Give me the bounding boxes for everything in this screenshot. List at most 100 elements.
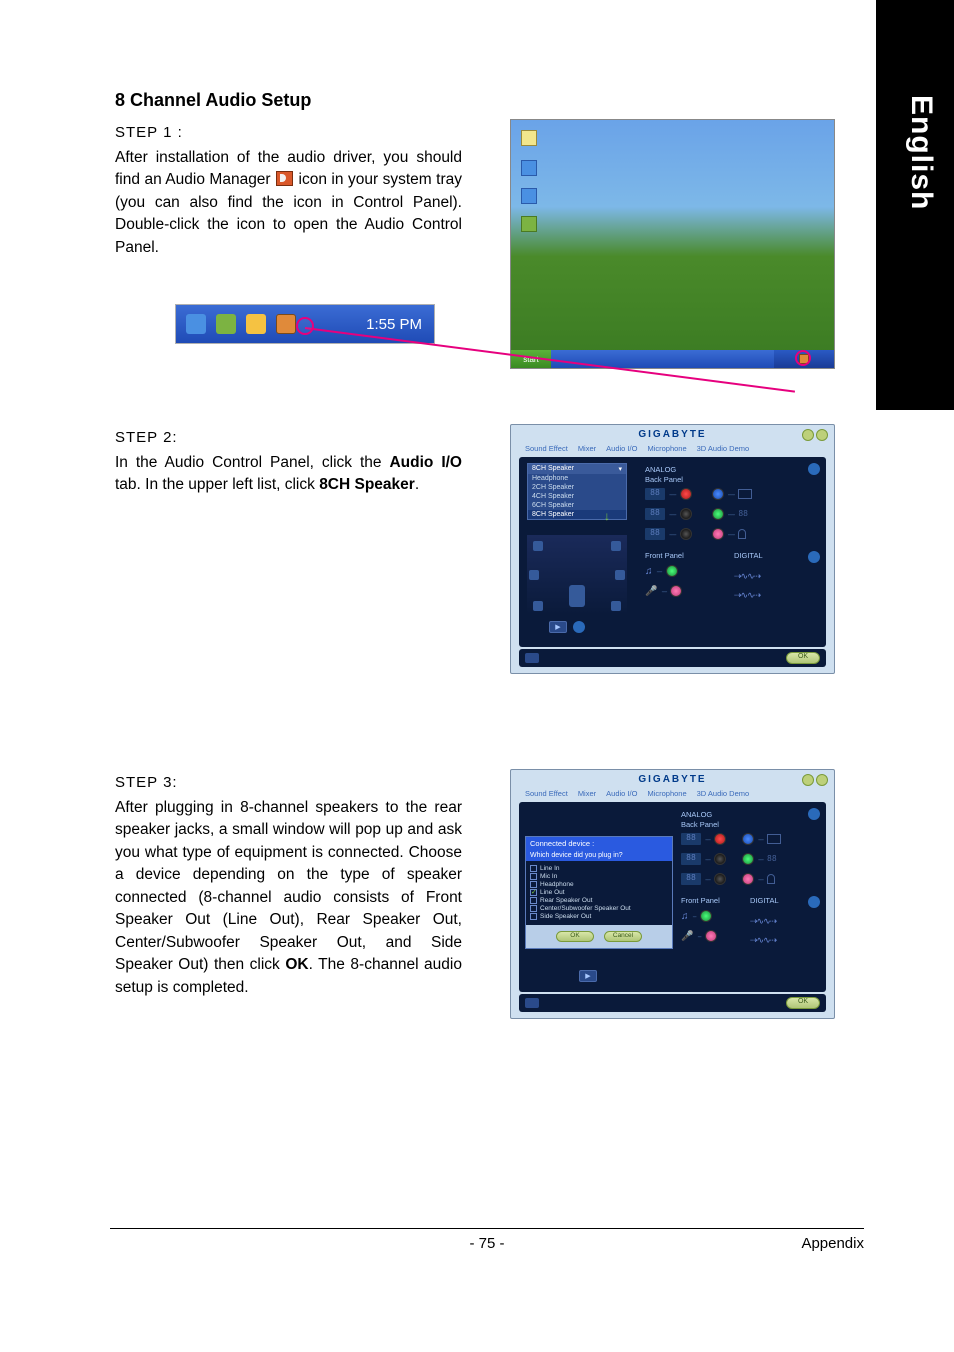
analog-settings-icon bbox=[808, 808, 820, 820]
checkbox-icon bbox=[530, 913, 537, 920]
front-panel-row-1: ♫--- bbox=[645, 564, 684, 578]
audio-panel-screenshot-step2: GIGABYTE Sound Effect Mixer Audio I/O Mi… bbox=[510, 424, 835, 674]
option-label: Rear Speaker Out bbox=[540, 897, 592, 904]
digital-in-row: ⇢∿∿⇢ bbox=[750, 935, 820, 946]
option-headphone: Headphone bbox=[530, 881, 668, 888]
step1-row: STEP 1 : After installation of the audio… bbox=[115, 119, 835, 369]
digital-section: DIGITAL ⇢∿∿⇢ ⇢∿∿⇢ bbox=[750, 896, 820, 949]
step2-t3: . bbox=[415, 476, 419, 493]
play-button-icon bbox=[549, 621, 567, 633]
page-number: - 75 - bbox=[469, 1235, 504, 1252]
config-icon bbox=[525, 653, 539, 663]
option-label: Mic In bbox=[540, 873, 557, 880]
close-icon bbox=[816, 429, 828, 441]
step3-row: STEP 3: After plugging in 8-channel spea… bbox=[115, 769, 835, 1019]
option-label: Headphone bbox=[540, 881, 574, 888]
back-panel-row-1: 88--- --- bbox=[681, 832, 820, 846]
desktop-screenshot: start bbox=[510, 119, 835, 369]
ok-button: OK bbox=[786, 997, 820, 1009]
speaker-shape-icon: 88 bbox=[767, 854, 781, 864]
analog-settings-icon bbox=[808, 463, 820, 475]
checkbox-icon bbox=[530, 865, 537, 872]
spdif-out-icon: ⇢∿∿⇢ bbox=[750, 916, 776, 927]
speaker-side-left-icon bbox=[529, 570, 539, 580]
speaker-front-right-icon bbox=[611, 541, 621, 551]
step2-t2: tab. In the upper left list, click bbox=[115, 476, 319, 493]
dropdown-selected-text: 8CH Speaker bbox=[532, 465, 574, 473]
preview-controls bbox=[549, 621, 585, 633]
tab-microphone: Microphone bbox=[647, 789, 686, 798]
speaker-shape-icon: 88 bbox=[738, 509, 752, 519]
step3-label: STEP 3: bbox=[115, 774, 462, 791]
speaker-layout-diagram bbox=[527, 535, 627, 615]
step1-label: STEP 1 : bbox=[115, 124, 462, 141]
step3-t1: After plugging in 8-channel speakers to … bbox=[115, 799, 462, 973]
level-indicator: 88 bbox=[645, 528, 665, 540]
level-indicator: 88 bbox=[681, 833, 701, 845]
spdif-in-icon: ⇢∿∿⇢ bbox=[750, 935, 776, 946]
tab-audio-io: Audio I/O bbox=[606, 444, 637, 453]
front-panel-label: Front Panel bbox=[681, 896, 720, 905]
analog-section: ANALOG Back Panel 88---- ---- 88---- bbox=[645, 463, 820, 604]
audio-panel-brand: GIGABYTE bbox=[511, 425, 834, 442]
step2-label: STEP 2: bbox=[115, 429, 462, 446]
tray-network-icon bbox=[186, 314, 206, 334]
dialog-question: Which device did you plug in? bbox=[526, 850, 672, 861]
option-line-in: Line In bbox=[530, 865, 668, 872]
spdif-out-icon: ⇢∿∿⇢ bbox=[734, 571, 760, 582]
option-label: Center/Subwoofer Speaker Out bbox=[540, 905, 631, 912]
callout-origin-circle bbox=[296, 317, 314, 335]
ok-button: OK bbox=[786, 652, 820, 664]
dropdown-selected: 8CH Speaker ▾ bbox=[528, 464, 626, 474]
tab-3d-audio: 3D Audio Demo bbox=[697, 789, 750, 798]
spdif-in-icon: ⇢∿∿⇢ bbox=[734, 590, 760, 601]
jack-green-icon bbox=[712, 508, 724, 520]
language-sidebar: English bbox=[876, 0, 954, 410]
jack-blue-icon bbox=[712, 488, 724, 500]
listener-chair-icon bbox=[569, 585, 585, 607]
desktop-icon-mycomputer bbox=[521, 130, 537, 146]
level-indicator: 88 bbox=[681, 853, 701, 865]
digital-in-row: ⇢∿∿⇢ bbox=[734, 590, 820, 601]
jack-red-icon bbox=[680, 488, 692, 500]
back-panel-row-3: 88---- ---- bbox=[645, 527, 820, 541]
checkbox-icon bbox=[530, 905, 537, 912]
option-center-sub: Center/Subwoofer Speaker Out bbox=[530, 905, 668, 912]
option-label: Line Out bbox=[540, 889, 565, 896]
step2-t1: In the Audio Control Panel, click the bbox=[115, 454, 389, 471]
speaker-front-left-icon bbox=[533, 541, 543, 551]
headphone-icon: ♫ bbox=[645, 566, 653, 577]
minimize-icon bbox=[802, 774, 814, 786]
jack-pink-icon bbox=[712, 528, 724, 540]
dialog-buttons: OK Cancel bbox=[526, 925, 672, 948]
tab-mixer: Mixer bbox=[578, 789, 596, 798]
play-button-icon bbox=[579, 970, 597, 982]
audio-panel-tabs: Sound Effect Mixer Audio I/O Microphone … bbox=[511, 442, 834, 457]
front-panel-row-1: ♫-- bbox=[681, 909, 720, 923]
speaker-config-dropdown: 8CH Speaker ▾ Headphone 2CH Speaker 4CH … bbox=[527, 463, 627, 520]
back-panel-label: Back Panel bbox=[681, 820, 820, 829]
back-panel-row-3: 88--- --- bbox=[681, 872, 820, 886]
front-panel-row-2: 🎤--- bbox=[645, 584, 684, 598]
dropdown-opt-headphone: Headphone bbox=[528, 474, 626, 483]
option-label: Line In bbox=[540, 865, 560, 872]
taskbar: start bbox=[511, 350, 834, 368]
chevron-down-icon: ▾ bbox=[618, 465, 622, 473]
step3-bold1: OK bbox=[285, 956, 308, 973]
step2-bold2: 8CH Speaker bbox=[319, 476, 415, 493]
dropdown-opt-2ch: 2CH Speaker bbox=[528, 483, 626, 492]
window-controls bbox=[802, 774, 828, 786]
step2-body: In the Audio Control Panel, click the Au… bbox=[115, 452, 462, 497]
analog-label: ANALOG bbox=[645, 465, 676, 474]
step1-body: After installation of the audio driver, … bbox=[115, 147, 462, 259]
dropdown-opt-4ch: 4CH Speaker bbox=[528, 492, 626, 501]
tab-3d-audio: 3D Audio Demo bbox=[697, 444, 750, 453]
fp-jack-pink-icon bbox=[705, 930, 717, 942]
tab-audio-io: Audio I/O bbox=[606, 789, 637, 798]
dialog-cancel-button: Cancel bbox=[604, 931, 642, 942]
checkbox-checked-icon bbox=[530, 889, 537, 896]
option-rear-speaker: Rear Speaker Out bbox=[530, 897, 668, 904]
analog-section: ANALOG Back Panel 88--- --- 88--- bbox=[681, 808, 820, 949]
jack-pink-icon bbox=[742, 873, 754, 885]
front-panel-row-2: 🎤-- bbox=[681, 929, 720, 943]
